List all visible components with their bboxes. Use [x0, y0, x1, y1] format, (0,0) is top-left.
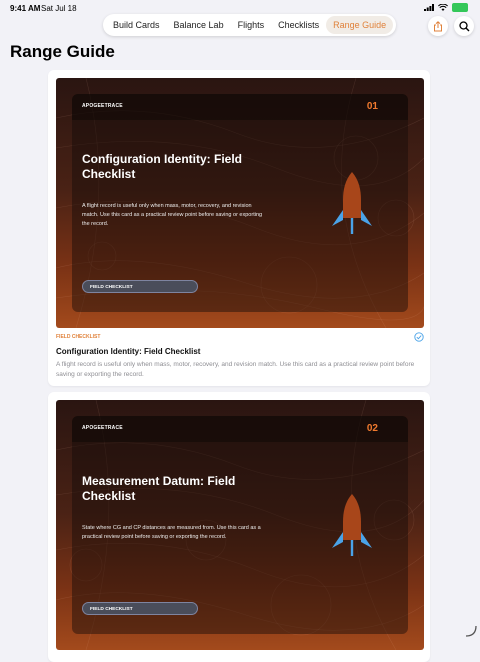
- corner-resize-handle[interactable]: [465, 625, 477, 637]
- tab-balance-lab[interactable]: Balance Lab: [167, 16, 231, 34]
- tab-build-cards[interactable]: Build Cards: [106, 16, 167, 34]
- rocket-icon: [332, 494, 372, 556]
- rocket-icon: [332, 172, 372, 234]
- search-icon: [458, 20, 469, 31]
- wifi-icon: [438, 4, 448, 11]
- hero-panel: APOGEETRACE 02 Measurement Datum: Field …: [72, 416, 408, 634]
- top-tab-bar: Build Cards Balance Lab Flights Checklis…: [103, 14, 397, 36]
- share-button[interactable]: [428, 16, 448, 36]
- card-category: FIELD CHECKLIST: [56, 334, 101, 340]
- checkmark-circle-icon[interactable]: [414, 332, 424, 342]
- page-title: Range Guide: [10, 42, 115, 61]
- cellular-icon: [424, 4, 434, 11]
- card-number: 02: [366, 423, 378, 434]
- hero-header: APOGEETRACE 02: [72, 416, 408, 442]
- tab-checklists[interactable]: Checklists: [271, 16, 326, 34]
- hero-description: A flight record is useful only when mass…: [82, 203, 263, 227]
- checklist-pill: FIELD CHECKLIST: [82, 602, 198, 615]
- brand-label: APOGEETRACE: [82, 103, 123, 109]
- guide-card[interactable]: APOGEETRACE 02 Measurement Datum: Field …: [48, 392, 430, 662]
- hero-header: APOGEETRACE 01: [72, 94, 408, 120]
- card-number: 01: [366, 101, 378, 112]
- hero-title: Configuration Identity: Field Checklist: [82, 152, 242, 181]
- tab-range-guide[interactable]: Range Guide: [326, 16, 394, 34]
- battery-icon: [452, 3, 468, 12]
- share-icon: [434, 20, 442, 31]
- hero-title: Measurement Datum: Field Checklist: [82, 474, 236, 503]
- tab-flights[interactable]: Flights: [231, 16, 272, 34]
- status-time: 9:41 AM: [10, 4, 41, 13]
- brand-label: APOGEETRACE: [82, 425, 123, 431]
- search-button[interactable]: [454, 16, 474, 36]
- guide-card[interactable]: APOGEETRACE 01 Configuration Identity: F…: [48, 70, 430, 386]
- card-title: Configuration Identity: Field Checklist: [56, 347, 201, 356]
- checklist-pill: FIELD CHECKLIST: [82, 280, 198, 293]
- hero-description: State where CG and CP distances are meas…: [82, 525, 261, 540]
- status-icons: [424, 3, 468, 12]
- card-description: A flight record is useful only when mass…: [56, 361, 415, 378]
- card-hero-image: APOGEETRACE 01 Configuration Identity: F…: [56, 78, 424, 328]
- status-date: Sat Jul 18: [41, 4, 77, 13]
- card-hero-image: APOGEETRACE 02 Measurement Datum: Field …: [56, 400, 424, 650]
- hero-panel: APOGEETRACE 01 Configuration Identity: F…: [72, 94, 408, 312]
